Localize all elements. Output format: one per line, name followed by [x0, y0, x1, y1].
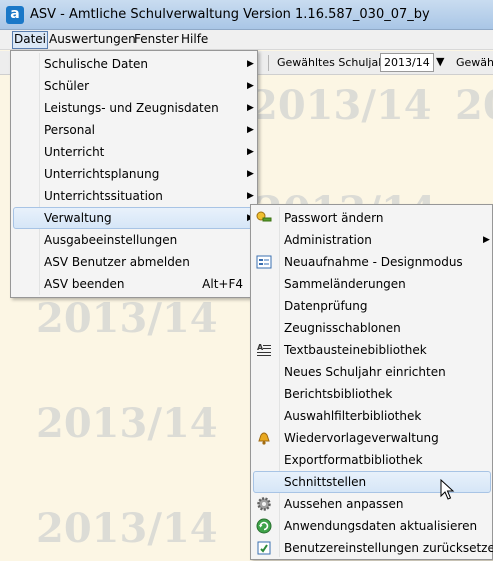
- text-icon: A: [257, 343, 271, 356]
- menu-item-label: ASV beenden: [44, 277, 125, 291]
- menu-item-textbausteinebibliothek[interactable]: A Textbausteinebibliothek: [253, 339, 491, 361]
- menu-item-neuaufnahme-designmodus[interactable]: Neuaufnahme - Designmodus: [253, 251, 491, 273]
- menu-item-asv-beenden[interactable]: ASV beenden Alt+F4: [13, 273, 255, 295]
- menu-item-schueler[interactable]: Schüler ▶: [13, 75, 255, 97]
- watermark-text: 2013/14: [455, 82, 493, 129]
- menu-item-label: Zeugnisschablonen: [284, 321, 401, 335]
- title-bar: a ASV - Amtliche Schulverwaltung Version…: [0, 0, 493, 30]
- menu-item-label: Schulische Daten: [44, 57, 149, 71]
- menu-item-schulische-daten[interactable]: Schulische Daten ▶: [13, 53, 255, 75]
- menu-item-label: Aussehen anpassen: [284, 497, 404, 511]
- watermark-text: 2013/14: [36, 295, 218, 342]
- menu-item-label: Neuaufnahme - Designmodus: [284, 255, 463, 269]
- chevron-right-icon: ▶: [247, 81, 254, 91]
- menu-item-datenpruefung[interactable]: Datenprüfung: [253, 295, 491, 317]
- menu-item-administration[interactable]: Administration ▶: [253, 229, 491, 251]
- verwaltung-submenu: Passwort ändern Administration ▶ Neuaufn…: [250, 204, 493, 560]
- menu-item-label: Datenprüfung: [284, 299, 368, 313]
- menu-item-zeugnisschablonen[interactable]: Zeugnisschablonen: [253, 317, 491, 339]
- schuljahr-select[interactable]: 2013/14: [380, 53, 434, 72]
- key-icon: [256, 211, 272, 222]
- menu-item-sammelaenderungen[interactable]: Sammeländerungen: [253, 273, 491, 295]
- chevron-right-icon: ▶: [247, 125, 254, 135]
- menu-item-label: Unterrichtssituation: [44, 189, 163, 203]
- gear-icon: [257, 497, 271, 511]
- menu-item-label: Auswahlfilterbibliothek: [284, 409, 422, 423]
- menu-item-unterrichtsplanung[interactable]: Unterrichtsplanung ▶: [13, 163, 255, 185]
- menu-item-label: Ausgabeeinstellungen: [44, 233, 178, 247]
- menu-item-label: Exportformatbibliothek: [284, 453, 423, 467]
- refresh-icon: [256, 518, 272, 534]
- menu-item-label: Berichtsbibliothek: [284, 387, 393, 401]
- second-toolbar-label: Gewählt: [456, 56, 493, 69]
- chevron-right-icon: ▶: [247, 147, 254, 157]
- menu-item-label: Anwendungsdaten aktualisieren: [284, 519, 478, 533]
- shortcut-label: Alt+F4: [202, 277, 243, 291]
- menu-datei[interactable]: Datei: [12, 31, 49, 49]
- menu-item-benutzer-abmelden[interactable]: ASV Benutzer abmelden: [13, 251, 255, 273]
- menu-hilfe[interactable]: Hilfe: [179, 31, 210, 49]
- menu-item-label: Schüler: [44, 79, 90, 93]
- menu-item-label: Passwort ändern: [284, 211, 384, 225]
- menu-item-label: Neues Schuljahr einrichten: [284, 365, 446, 379]
- menu-item-auswahlfilterbibliothek[interactable]: Auswahlfilterbibliothek: [253, 405, 491, 427]
- chevron-right-icon: ▶: [247, 103, 254, 113]
- reset-icon: [257, 541, 271, 555]
- menu-bar: Datei Auswertungen Fenster Hilfe: [0, 30, 493, 50]
- svg-text:A: A: [257, 343, 264, 352]
- menu-item-label: Sammeländerungen: [284, 277, 406, 291]
- menu-auswertungen[interactable]: Auswertungen: [47, 31, 138, 49]
- datei-menu: Schulische Daten ▶ Schüler ▶ Leistungs- …: [10, 50, 258, 298]
- form-icon: [256, 255, 272, 269]
- menu-item-label: Schnittstellen: [284, 475, 367, 489]
- window-title: ASV - Amtliche Schulverwaltung Version 1…: [30, 7, 430, 22]
- menu-item-label: Benutzereinstellungen zurücksetzen: [284, 541, 493, 555]
- menu-item-label: Verwaltung: [44, 211, 112, 225]
- menu-item-passwort-aendern[interactable]: Passwort ändern: [253, 207, 491, 229]
- menu-item-label: Unterrichtsplanung: [44, 167, 160, 181]
- chevron-right-icon: ▶: [483, 235, 490, 245]
- menu-item-exportformatbibliothek[interactable]: Exportformatbibliothek: [253, 449, 491, 471]
- schuljahr-label: Gewähltes Schuljahr: [277, 56, 390, 69]
- menu-item-label: Personal: [44, 123, 96, 137]
- menu-item-label: Wiedervorlageverwaltung: [284, 431, 439, 445]
- bell-icon: [258, 432, 270, 445]
- chevron-down-icon[interactable]: ▼: [436, 55, 444, 68]
- mouse-cursor-icon: [440, 479, 455, 500]
- menu-item-label: Textbausteinebibliothek: [284, 343, 427, 357]
- menu-item-verwaltung[interactable]: Verwaltung ▶: [13, 207, 255, 229]
- watermark-text: 2013/14: [250, 82, 432, 129]
- watermark-text: 2013/14: [36, 505, 218, 552]
- menu-item-neues-schuljahr[interactable]: Neues Schuljahr einrichten: [253, 361, 491, 383]
- chevron-right-icon: ▶: [247, 169, 254, 179]
- menu-item-benutzereinstellungen-zuruecksetzen[interactable]: Benutzereinstellungen zurücksetzen: [253, 537, 493, 559]
- chevron-right-icon: ▶: [247, 59, 254, 69]
- app-icon: a: [6, 6, 24, 24]
- menu-item-berichtsbibliothek[interactable]: Berichtsbibliothek: [253, 383, 491, 405]
- menu-item-wiedervorlageverwaltung[interactable]: Wiedervorlageverwaltung: [253, 427, 491, 449]
- menu-item-label: Leistungs- und Zeugnisdaten: [44, 101, 219, 115]
- menu-item-anwendungsdaten-aktualisieren[interactable]: Anwendungsdaten aktualisieren: [253, 515, 491, 537]
- menu-item-personal[interactable]: Personal ▶: [13, 119, 255, 141]
- menu-item-ausgabeeinstellungen[interactable]: Ausgabeeinstellungen: [13, 229, 255, 251]
- menu-item-leistungsdaten[interactable]: Leistungs- und Zeugnisdaten ▶: [13, 97, 255, 119]
- menu-item-label: ASV Benutzer abmelden: [44, 255, 190, 269]
- menu-item-unterrichtssituation[interactable]: Unterrichtssituation ▶: [13, 185, 255, 207]
- toolbar-separator: [268, 55, 269, 71]
- menu-item-unterricht[interactable]: Unterricht ▶: [13, 141, 255, 163]
- menu-item-label: Unterricht: [44, 145, 105, 159]
- watermark-text: 2013/14: [36, 400, 218, 447]
- menu-item-label: Administration: [284, 233, 372, 247]
- menu-fenster[interactable]: Fenster: [132, 31, 181, 49]
